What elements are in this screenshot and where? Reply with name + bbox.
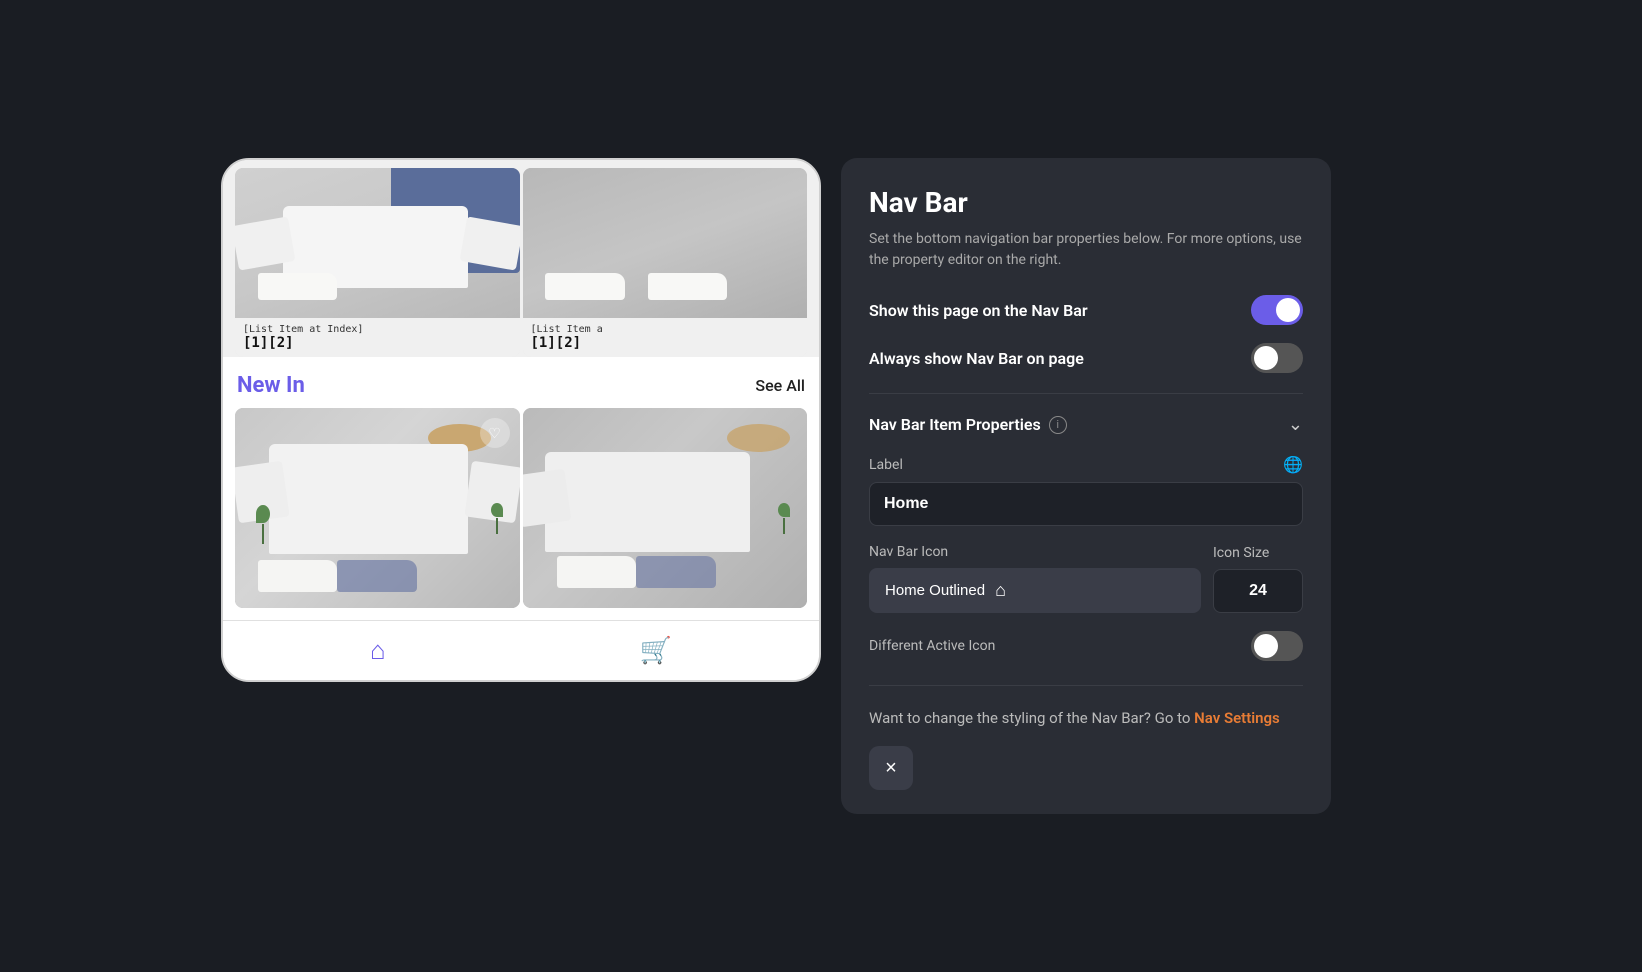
- new-in-grid: ♡: [223, 408, 819, 620]
- list-item-label-right: [List Item a: [531, 324, 800, 335]
- label-field-label: Label 🌐: [869, 455, 1303, 474]
- panel-description: Set the bottom navigation bar properties…: [869, 229, 1303, 271]
- top-card-info-left: [List Item at Index] [1][2]: [235, 318, 520, 357]
- nav-settings-link[interactable]: Nav Settings: [1194, 709, 1280, 727]
- different-active-icon-row: Different Active Icon: [869, 631, 1303, 661]
- nav-bar-item-properties-header: Nav Bar Item Properties i ⌄: [869, 414, 1303, 435]
- icon-size-group: Icon Size: [1213, 545, 1303, 613]
- top-card-info-right: [List Item a [1][2]: [523, 318, 808, 357]
- list-item-index-right: [1][2]: [531, 335, 800, 351]
- nav-bar-panel: Nav Bar Set the bottom navigation bar pr…: [841, 158, 1331, 814]
- toggle-knob-on: [1276, 298, 1300, 322]
- home-nav-icon[interactable]: ⌂: [370, 635, 386, 666]
- diff-toggle-slider: [1251, 631, 1303, 661]
- show-on-nav-bar-toggle[interactable]: [1251, 295, 1303, 325]
- toggle-slider-on: [1251, 295, 1303, 325]
- list-item-index-left: [1][2]: [243, 335, 512, 351]
- cart-nav-icon[interactable]: 🛒: [640, 636, 672, 666]
- mobile-nav-bar: ⌂ 🛒: [223, 620, 819, 680]
- top-card-left: [List Item at Index] [1][2]: [235, 168, 520, 357]
- new-in-img-left: [235, 408, 520, 608]
- always-show-nav-bar-toggle[interactable]: [1251, 343, 1303, 373]
- icon-size-label-text: Icon Size: [1213, 545, 1269, 561]
- close-icon: ×: [885, 757, 897, 780]
- info-icon[interactable]: i: [1049, 416, 1067, 434]
- new-in-title: New In: [237, 373, 305, 398]
- see-all-button[interactable]: See All: [755, 376, 805, 395]
- different-active-icon-label: Different Active Icon: [869, 638, 995, 654]
- nav-bar-item-properties-left: Nav Bar Item Properties i: [869, 415, 1067, 434]
- toggle-knob-off: [1254, 346, 1278, 370]
- toggle-slider-off: [1251, 343, 1303, 373]
- home-outlined-icon: ⌂: [995, 580, 1006, 601]
- nav-bar-item-properties-title: Nav Bar Item Properties: [869, 415, 1041, 434]
- always-show-nav-bar-row: Always show Nav Bar on page: [869, 343, 1303, 373]
- top-card-img-left: [235, 168, 520, 318]
- icon-size-label: Icon Size: [1213, 545, 1303, 561]
- diff-toggle-knob: [1254, 634, 1278, 658]
- new-in-card-left: ♡: [235, 408, 520, 608]
- show-on-nav-bar-row: Show this page on the Nav Bar: [869, 295, 1303, 325]
- nav-bar-icon-group: Nav Bar Icon Home Outlined ⌂: [869, 544, 1201, 613]
- label-input[interactable]: [869, 482, 1303, 526]
- icon-select-label: Home Outlined: [885, 582, 985, 599]
- always-show-nav-bar-label: Always show Nav Bar on page: [869, 349, 1084, 368]
- list-item-label-left: [List Item at Index]: [243, 324, 512, 335]
- mobile-preview: [List Item at Index] [1][2] [List Item a…: [221, 158, 821, 682]
- nav-bar-icon-label-text: Nav Bar Icon: [869, 544, 948, 560]
- chevron-down-icon[interactable]: ⌄: [1288, 414, 1303, 435]
- heart-icon-left: ♡: [488, 425, 501, 442]
- different-active-icon-toggle[interactable]: [1251, 631, 1303, 661]
- footer-text: Want to change the styling of the Nav Ba…: [869, 709, 1194, 727]
- new-in-img-right: [523, 408, 808, 608]
- show-on-nav-bar-label: Show this page on the Nav Bar: [869, 301, 1088, 320]
- label-text: Label: [869, 457, 903, 473]
- new-in-card-right: [523, 408, 808, 608]
- nav-bar-icon-label: Nav Bar Icon: [869, 544, 1201, 560]
- main-container: [List Item at Index] [1][2] [List Item a…: [221, 158, 1421, 814]
- divider-1: [869, 393, 1303, 394]
- top-card-img-right: [523, 168, 808, 318]
- icon-size-row: Nav Bar Icon Home Outlined ⌂ Icon Size: [869, 544, 1303, 613]
- close-button[interactable]: ×: [869, 746, 913, 790]
- info-icon-label: i: [1056, 418, 1059, 431]
- globe-icon[interactable]: 🌐: [1283, 455, 1303, 474]
- icon-size-input[interactable]: [1213, 569, 1303, 613]
- panel-title: Nav Bar: [869, 186, 1303, 219]
- divider-2: [869, 685, 1303, 686]
- top-card-right: [List Item a [1][2]: [523, 168, 808, 357]
- nav-settings-footer: Want to change the styling of the Nav Ba…: [869, 706, 1303, 730]
- top-product-section: [List Item at Index] [1][2] [List Item a…: [223, 160, 819, 357]
- new-in-section-header: New In See All: [223, 357, 819, 408]
- icon-select-button[interactable]: Home Outlined ⌂: [869, 568, 1201, 613]
- heart-button-left[interactable]: ♡: [480, 418, 510, 448]
